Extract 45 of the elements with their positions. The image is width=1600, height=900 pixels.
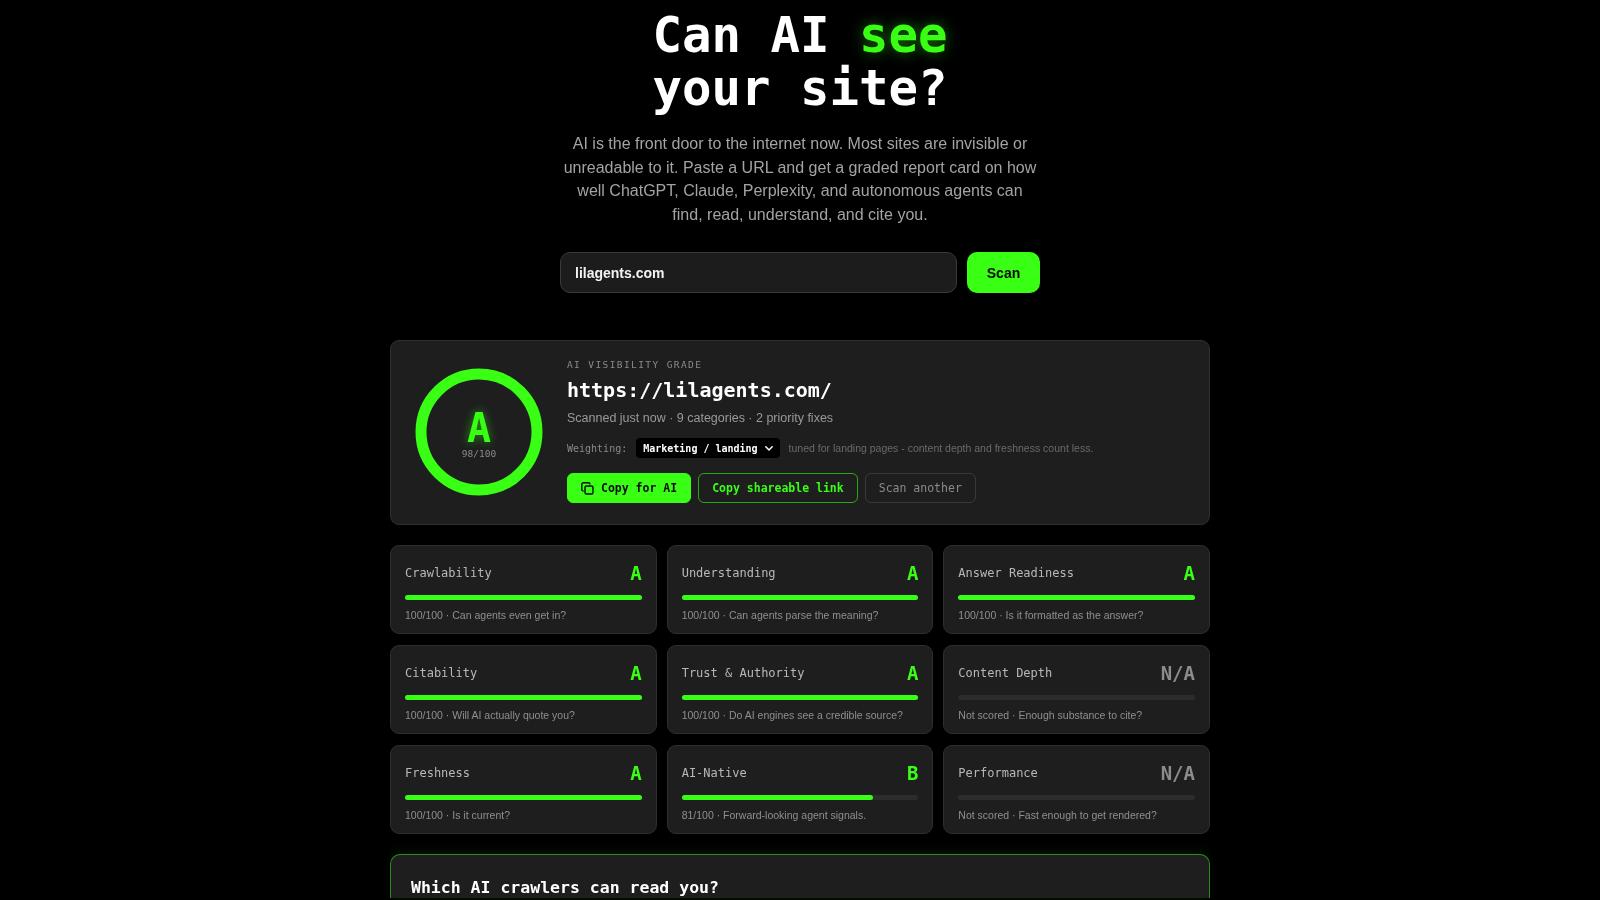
category-name: Understanding: [681, 566, 776, 580]
category-name: Crawlability: [405, 566, 492, 580]
category-grade: A: [906, 662, 919, 684]
category-detail: 100/100 · Can agents parse the meaning?: [681, 608, 880, 622]
category-grade: A: [906, 562, 919, 584]
weighting-note: tuned for landing pages - content depth and freshness count less.: [788, 442, 1094, 454]
category-grade: A: [630, 662, 642, 684]
category-detail: Not scored · Fast enough to get rendered?: [958, 808, 1158, 822]
grade-score: 98/100: [461, 447, 497, 460]
category-name: Performance: [958, 766, 1038, 780]
category-grade: A: [1183, 562, 1195, 584]
category-grade: N/A: [1160, 662, 1195, 684]
category-grade: B: [906, 762, 919, 784]
category-detail: 100/100 · Is it formatted as the answer?: [958, 608, 1145, 622]
action-button[interactable]: Scan another: [864, 473, 976, 503]
category-detail: 100/100 · Is it current?: [405, 808, 512, 822]
scan-meta: Scanned just now · 9 categories · 2 priority fixes: [567, 410, 835, 427]
category-detail: 81/100 · Forward-looking agent signals.: [681, 808, 868, 822]
category-grade: A: [630, 562, 642, 584]
category-name: AI-Native: [681, 766, 747, 780]
weighting-select[interactable]: Marketing / landing: [636, 438, 780, 458]
category-grade: N/A: [1160, 762, 1195, 784]
copy-icon: [581, 481, 594, 495]
grade-eyebrow: AI VISIBILITY GRADE: [567, 358, 704, 372]
grade-letter: A: [466, 407, 492, 448]
category-name: Citability: [405, 666, 478, 680]
hero-description: AI is the front door to the internet now. Most sites are invisible or unreadable to it. Paste a URL and get a graded report card on how well ChatGPT, Claude, Perplexity, and autonomous agents can find, read, understand, and cite you.: [562, 134, 1038, 225]
url-input[interactable]: lilagents.com: [560, 252, 957, 293]
category-detail: 100/100 · Will AI actually quote you?: [405, 708, 576, 722]
category-name: Answer Readiness: [958, 566, 1074, 580]
category-name: Trust & Authority: [681, 666, 805, 680]
action-button[interactable]: Copy for AI: [567, 473, 692, 503]
category-detail: Not scored · Enough substance to cite?: [958, 708, 1144, 722]
category-detail: 100/100 · Can agents even get in?: [405, 608, 568, 622]
hero-title: Can AI see your site?: [651, 9, 949, 115]
category-detail: 100/100 · Do AI engines see a credible source?: [681, 708, 904, 722]
scanned-url: https://lilagents.com/: [567, 377, 833, 403]
category-grade: A: [630, 762, 642, 784]
caret-icon: [764, 445, 773, 451]
category-name: Content Depth: [958, 666, 1053, 680]
category-name: Freshness: [405, 766, 471, 780]
weighting-label: Weighting:: [567, 442, 628, 454]
scan-button[interactable]: Scan: [967, 252, 1040, 293]
crawlers-title: Which AI crawlers can read you?: [411, 878, 720, 898]
action-button[interactable]: Copy shareable link: [698, 473, 858, 503]
